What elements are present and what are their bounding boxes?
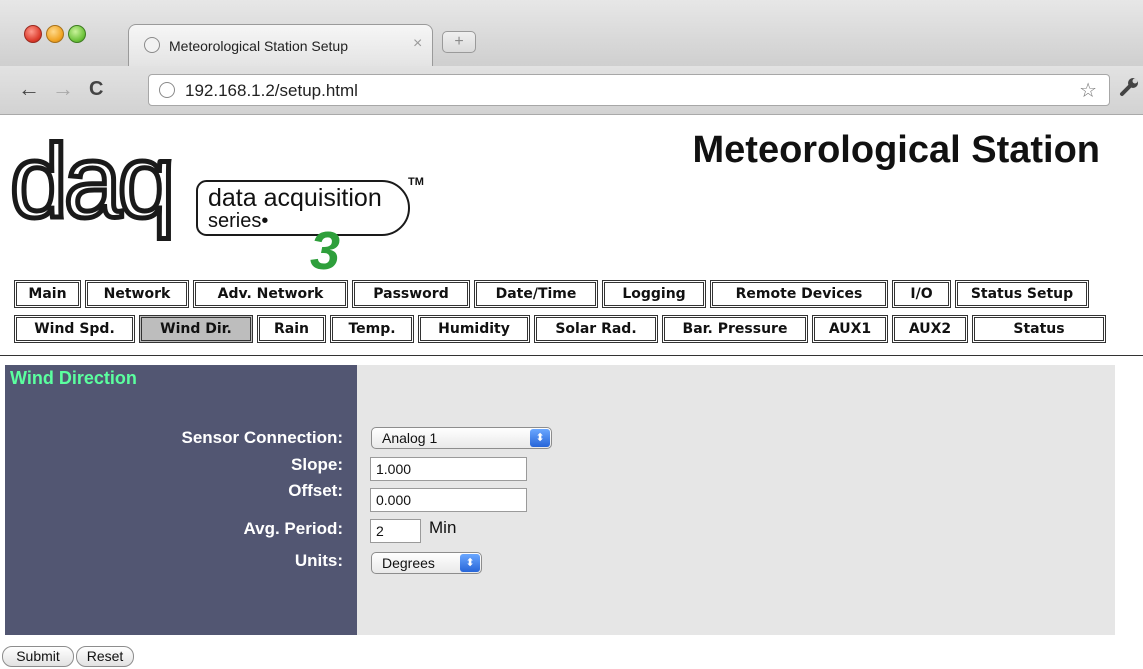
offset-input[interactable]: 0.000 [370, 488, 527, 512]
globe-icon [144, 37, 160, 53]
nav-aux2[interactable]: AUX2 [892, 315, 968, 343]
nav-io[interactable]: I/O [892, 280, 951, 308]
page-title: Meteorological Station [692, 129, 1100, 171]
select-arrows-icon: ⬍ [460, 554, 480, 572]
forward-arrow-icon[interactable]: → [52, 76, 74, 102]
nav-remote-devices[interactable]: Remote Devices [710, 280, 888, 308]
select-arrows-icon: ⬍ [530, 429, 550, 447]
units-label: Units: [294, 551, 343, 570]
wrench-icon [1120, 78, 1138, 96]
nav-adv-network[interactable]: Adv. Network [193, 280, 348, 308]
window-close-icon[interactable] [24, 25, 42, 43]
new-tab-button[interactable]: + [442, 31, 476, 53]
reset-button[interactable]: Reset [76, 646, 134, 667]
slope-label: Slope: [291, 455, 343, 474]
tab-title: Meteorological Station Setup [169, 38, 348, 54]
logo-brand: daq [8, 124, 179, 240]
avg-period-unit: Min [429, 518, 457, 537]
nav-logging[interactable]: Logging [602, 280, 706, 308]
nav-main[interactable]: Main [14, 280, 81, 308]
nav-password[interactable]: Password [352, 280, 470, 308]
back-arrow-icon[interactable]: ← [18, 76, 40, 102]
sensor-connection-label: Sensor Connection: [181, 428, 343, 447]
nav-network[interactable]: Network [85, 280, 189, 308]
divider [0, 355, 1143, 356]
avg-period-input[interactable]: 2 [370, 519, 421, 543]
address-url[interactable]: 192.168.1.2/setup.html [185, 81, 358, 101]
nav-humidity[interactable]: Humidity [418, 315, 530, 343]
daq-logo: daq data acquisition series• TM 3 [8, 128, 424, 279]
globe-icon [159, 82, 175, 98]
sensor-connection-value: Analog 1 [382, 430, 438, 446]
nav-wind-direction[interactable]: Wind Dir. [139, 315, 253, 343]
logo-trademark: TM [408, 176, 424, 188]
nav-status-setup[interactable]: Status Setup [955, 280, 1089, 308]
avg-period-label: Avg. Period: [243, 519, 344, 538]
nav-date-time[interactable]: Date/Time [474, 280, 598, 308]
sensor-connection-select[interactable]: Analog 1 ⬍ [371, 427, 552, 449]
reload-icon[interactable]: C [89, 76, 103, 102]
nav-rain[interactable]: Rain [257, 315, 326, 343]
nav-row-setup: Main Network Adv. Network Password Date/… [14, 280, 1093, 308]
nav-solar-rad[interactable]: Solar Rad. [534, 315, 658, 343]
submit-button[interactable]: Submit [2, 646, 74, 667]
logo-tagline-box: data acquisition series• [196, 180, 410, 236]
units-select[interactable]: Degrees ⬍ [371, 552, 482, 574]
tab-close-icon[interactable]: × [413, 35, 422, 53]
section-heading: Wind Direction [10, 368, 137, 388]
nav-row-sensors: Wind Spd. Wind Dir. Rain Temp. Humidity … [14, 315, 1110, 343]
bookmark-star-icon[interactable]: ☆ [1079, 78, 1097, 103]
nav-wind-speed[interactable]: Wind Spd. [14, 315, 135, 343]
nav-bar-pressure[interactable]: Bar. Pressure [662, 315, 808, 343]
nav-temp[interactable]: Temp. [330, 315, 414, 343]
window-zoom-icon[interactable] [68, 25, 86, 43]
logo-number: 3 [310, 221, 341, 281]
units-value: Degrees [382, 555, 435, 571]
offset-label: Offset: [288, 481, 343, 500]
slope-input[interactable]: 1.000 [370, 457, 527, 481]
address-bar[interactable]: 192.168.1.2/setup.html ☆ [148, 74, 1110, 106]
logo-tagline-2: series• [208, 210, 269, 232]
logo-tagline-1: data acquisition [208, 184, 382, 212]
nav-status[interactable]: Status [972, 315, 1106, 343]
browser-tab[interactable]: Meteorological Station Setup × [128, 24, 433, 66]
wrench-menu-icon[interactable] [1118, 76, 1140, 104]
window-minimize-icon[interactable] [46, 25, 64, 43]
nav-aux1[interactable]: AUX1 [812, 315, 888, 343]
